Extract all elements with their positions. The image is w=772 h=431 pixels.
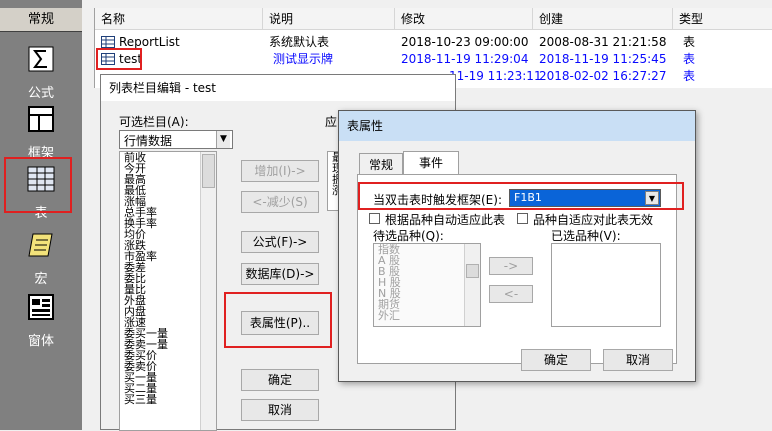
row-created: 2018-11-19 11:25:45 [539,52,667,66]
sidebar-item-label: 公式 [27,86,54,101]
sidebar-item-formula[interactable]: 公式 [0,44,82,101]
sidebar-header[interactable]: 常规 [0,8,82,32]
scrollbar[interactable] [200,152,216,430]
adapt-invalid-label: 品种自适应对此表无效 [533,213,654,227]
auto-adapt-label: 根据品种自动适应此表 [385,213,506,227]
cancel-button[interactable]: 取消 [603,349,673,371]
highlight-box [224,292,332,348]
scrollbar[interactable] [464,244,480,326]
remove-button[interactable]: <-减少(S) [241,191,319,213]
row-modified: 2018-10-23 09:00:00 [401,35,529,49]
highlight-box [358,182,684,210]
highlight-box [96,48,142,70]
pending-list[interactable]: 指数 A 股B 股H 股N 股期货 外汇 [373,243,481,327]
tab-general[interactable]: 常规 [359,153,403,175]
column-header-created[interactable]: 创建 [533,8,673,30]
available-list[interactable]: 前收 今开 最高 最低 涨幅 总手率 换手率 均价 涨跌 市盈率 委差 委比 量比 外盘 内盘 涨速 委买一量委… [119,151,217,431]
column-header-type[interactable]: 类型 [673,8,772,30]
scrollbar-thumb[interactable] [202,154,215,188]
row-type: 表 [683,52,696,66]
sidebar: 常规 公式 框架 表 宏 窗体 [0,0,82,430]
table-icon [101,36,115,48]
frame-icon [28,106,54,132]
database-button[interactable]: 数据库(D)-> [241,263,319,285]
dialog-title: 列表栏目编辑 - test [101,75,455,101]
ok-button[interactable]: 确定 [241,369,319,391]
selected-list[interactable] [551,243,661,327]
cancel-button[interactable]: 取消 [241,399,319,421]
sidebar-item-macro[interactable]: 宏 [0,230,82,287]
scrollbar-thumb[interactable] [466,264,479,278]
tab-events[interactable]: 事件 [403,151,459,175]
formula-button[interactable]: 公式(F)-> [241,231,319,253]
sidebar-item-label: 窗体 [27,334,54,349]
table-row[interactable]: ReportList 系统默认表 2018-10-23 09:00:00 200… [95,34,772,51]
available-label: 可选栏目(A): [119,115,189,129]
form-window-icon [28,294,54,320]
list-header: 名称 说明 修改 创建 类型 [95,8,772,30]
chevron-down-icon: ▼ [216,131,230,148]
adapt-invalid-checkbox[interactable] [517,213,528,224]
move-right-button[interactable]: -> [489,257,533,275]
column-header-desc[interactable]: 说明 [263,8,395,30]
move-left-button[interactable]: <- [489,285,533,303]
selected-label: 已选品种(V): [551,229,621,243]
table-properties-dialog: 表属性 常规 事件 当双击表时触发框架(E): F1B1 ▼ 根据品种自动适应此… [338,110,696,382]
row-modified: 2018-11-19 11:29:04 [401,52,529,66]
highlight-box [4,157,72,213]
sidebar-item-frame[interactable]: 框架 [0,104,82,161]
selected-label: 应 [325,115,338,129]
macro-scroll-icon [28,233,53,257]
row-created: 2008-08-31 21:21:58 [539,35,667,49]
category-dropdown[interactable]: 行情数据 ▼ [119,130,233,149]
table-row[interactable]: test 测试显示牌 2018-11-19 11:29:04 2018-11-1… [95,51,772,68]
column-header-name[interactable]: 名称 [95,8,263,30]
row-desc: 系统默认表 [269,35,330,49]
dialog-title: 表属性 [339,111,695,141]
sidebar-item-label: 宏 [34,272,48,287]
add-button[interactable]: 增加(I)-> [241,160,319,182]
column-header-modified[interactable]: 修改 [395,8,533,30]
row-created: 2018-02-02 16:27:27 [539,69,667,83]
auto-adapt-checkbox[interactable] [369,213,380,224]
row-type: 表 [683,69,696,83]
formula-icon [28,46,54,72]
pending-label: 待选品种(Q): [373,229,444,243]
row-desc: 测试显示牌 [273,52,334,66]
row-type: 表 [683,35,696,49]
row-modified: 11-19 11:23:11 [449,69,542,83]
sidebar-item-form[interactable]: 窗体 [0,292,82,349]
ok-button[interactable]: 确定 [521,349,591,371]
dropdown-value: 行情数据 [124,134,173,148]
